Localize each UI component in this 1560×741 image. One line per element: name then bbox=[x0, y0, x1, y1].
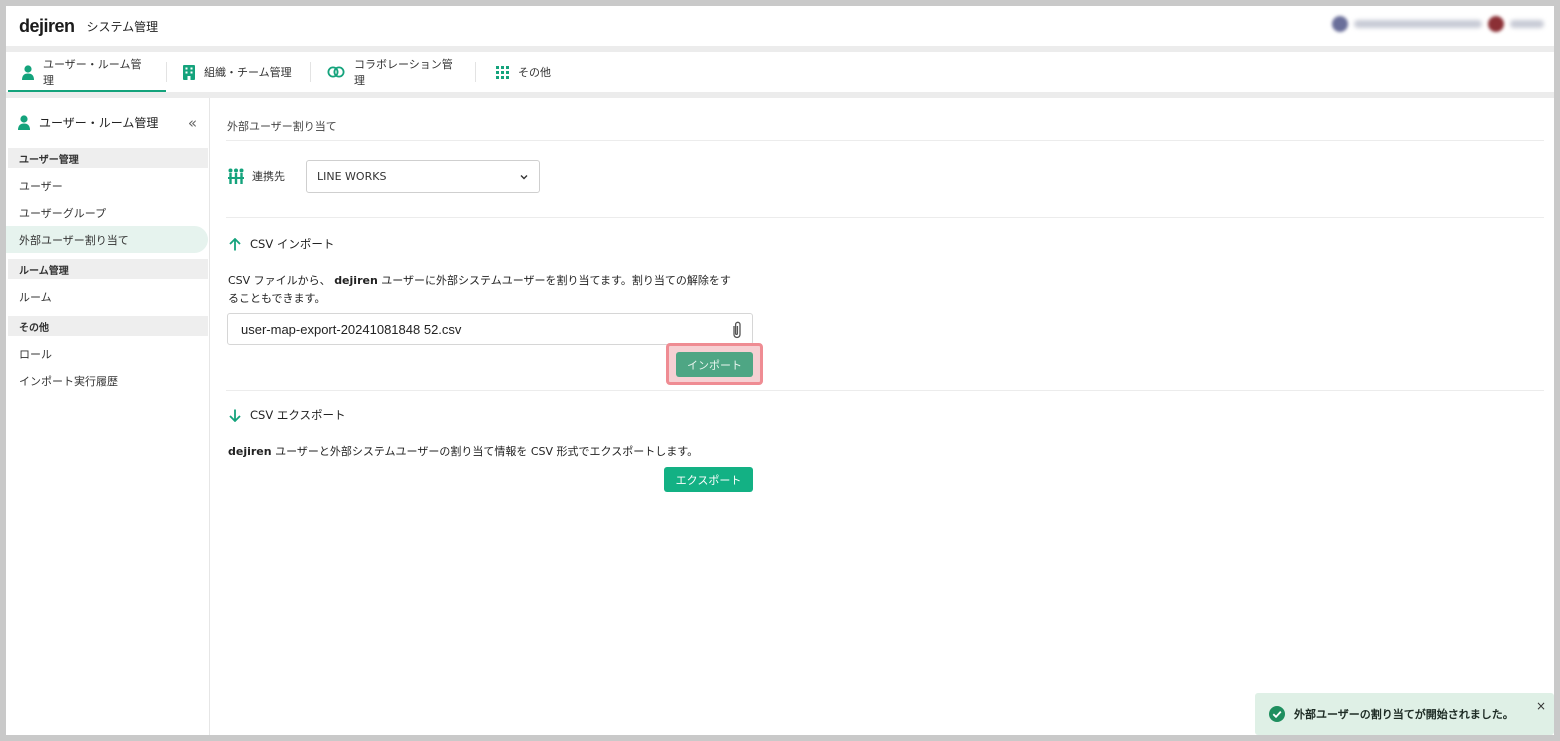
csv-file-name: user-map-export-20241081848 52.csv bbox=[241, 321, 462, 337]
sidebar-item-rooms[interactable]: ルーム bbox=[6, 283, 209, 310]
grid-icon bbox=[496, 65, 509, 79]
tab-org-team[interactable]: 組織・チーム管理 bbox=[167, 52, 310, 92]
sidebar-item-user-groups[interactable]: ユーザーグループ bbox=[6, 199, 209, 226]
collapse-sidebar-icon[interactable]: « bbox=[188, 114, 197, 132]
tab-other[interactable]: その他 bbox=[476, 52, 576, 92]
tab-label: その他 bbox=[518, 66, 551, 79]
main-tabbar: ユーザー・ルーム管理 組織・チーム管理 コラボレーション管理 その他 bbox=[6, 52, 1554, 92]
close-icon[interactable]: × bbox=[1536, 699, 1546, 713]
check-circle-icon bbox=[1269, 706, 1285, 722]
chevron-down-icon bbox=[519, 172, 529, 185]
csv-import-title: CSV インポート bbox=[229, 236, 334, 252]
sidebar: ユーザー・ルーム管理 « ユーザー管理 ユーザー ユーザーグループ 外部ユーザー… bbox=[6, 98, 210, 735]
paperclip-icon[interactable] bbox=[730, 320, 744, 343]
user-menu[interactable] bbox=[1332, 16, 1544, 32]
user-avatar bbox=[1488, 16, 1504, 32]
import-button[interactable]: インポート bbox=[676, 352, 753, 377]
connection-select-value: LINE WORKS bbox=[317, 170, 387, 183]
main-content: 外部ユーザー割り当て 連携先 LINE WORKS CSV インポート CSV … bbox=[211, 98, 1554, 735]
app-window: dejiren システム管理 ユーザー・ルーム管理 組織・チーム管理 コラボレー… bbox=[6, 6, 1554, 735]
sidebar-section-user-management: ユーザー管理 bbox=[8, 148, 208, 168]
user-icon bbox=[18, 114, 30, 130]
toast-message: 外部ユーザーの割り当てが開始されました。 bbox=[1294, 708, 1514, 721]
connection-select[interactable]: LINE WORKS bbox=[306, 160, 540, 193]
logo[interactable]: dejiren bbox=[19, 16, 75, 37]
sidebar-title: ユーザー・ルーム管理 bbox=[6, 108, 209, 136]
sidebar-item-import-history[interactable]: インポート実行履歴 bbox=[6, 367, 209, 394]
arrow-down-icon bbox=[229, 409, 241, 422]
arrow-up-icon bbox=[229, 237, 241, 251]
user-name-blurred bbox=[1510, 20, 1544, 28]
connection-label: 連携先 bbox=[228, 168, 285, 184]
tab-label: ユーザー・ルーム管理 bbox=[43, 58, 142, 87]
success-toast: 外部ユーザーの割り当てが開始されました。 × bbox=[1255, 693, 1554, 735]
sidebar-item-external-user-assignment[interactable]: 外部ユーザー割り当て bbox=[6, 226, 208, 253]
app-header: dejiren システム管理 bbox=[6, 6, 1554, 46]
csv-import-description: CSV ファイルから、 dejiren ユーザーに外部システムユーザーを割り当て… bbox=[228, 274, 731, 305]
csv-export-description: dejiren ユーザーと外部システムユーザーの割り当て情報を CSV 形式でエ… bbox=[228, 445, 699, 458]
tab-label: コラボレーション管理 bbox=[354, 58, 453, 87]
building-icon bbox=[183, 64, 195, 80]
user-icon bbox=[22, 64, 34, 80]
tab-label: 組織・チーム管理 bbox=[204, 66, 292, 79]
connection-icon bbox=[228, 168, 244, 184]
org-avatar bbox=[1332, 16, 1348, 32]
org-name-blurred bbox=[1354, 20, 1482, 28]
app-title: システム管理 bbox=[86, 19, 159, 34]
sidebar-item-users[interactable]: ユーザー bbox=[6, 172, 209, 199]
export-button[interactable]: エクスポート bbox=[664, 467, 753, 492]
sidebar-section-room-management: ルーム管理 bbox=[8, 259, 208, 279]
tab-collaboration[interactable]: コラボレーション管理 bbox=[311, 52, 475, 92]
link-icon bbox=[327, 66, 345, 78]
tab-user-room[interactable]: ユーザー・ルーム管理 bbox=[6, 52, 166, 92]
sidebar-section-other: その他 bbox=[8, 316, 208, 336]
csv-file-input[interactable]: user-map-export-20241081848 52.csv bbox=[227, 313, 753, 345]
breadcrumb: 外部ユーザー割り当て bbox=[227, 120, 337, 133]
sidebar-item-roles[interactable]: ロール bbox=[6, 340, 209, 367]
csv-export-title: CSV エクスポート bbox=[229, 407, 346, 423]
